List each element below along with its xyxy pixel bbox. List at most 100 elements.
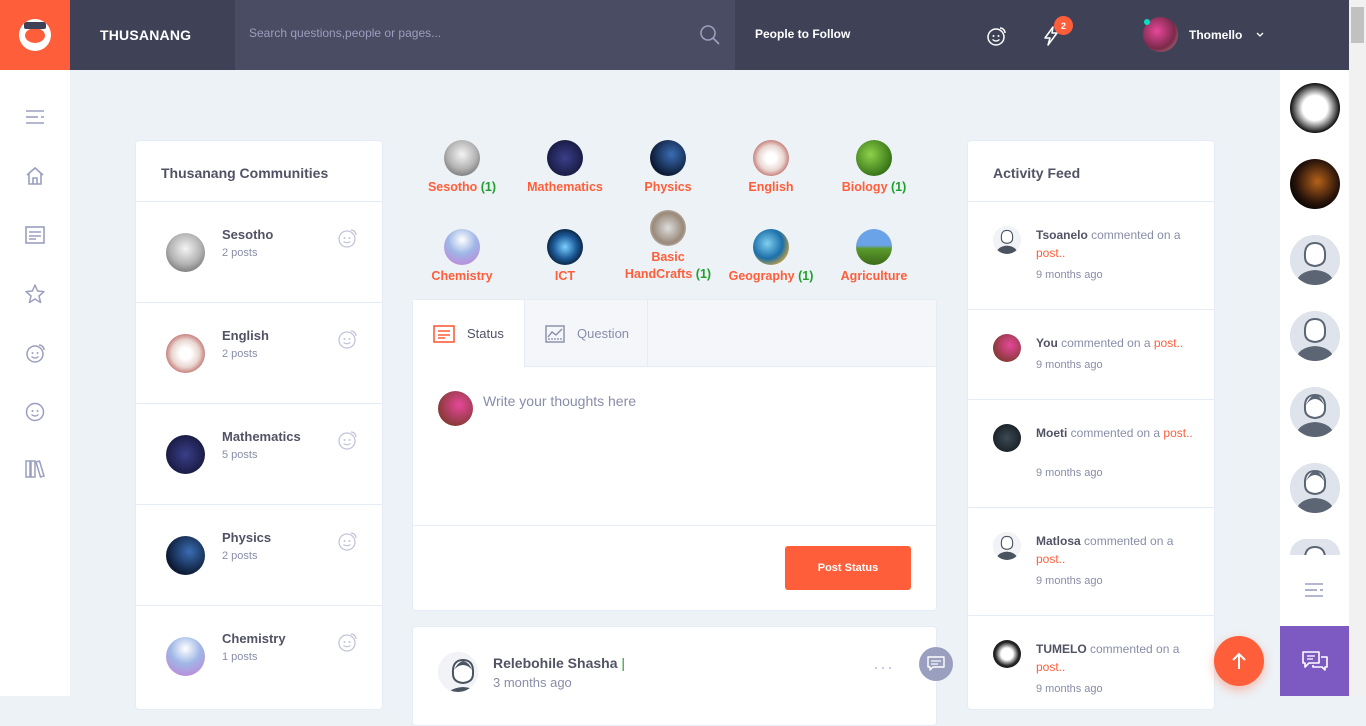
library-icon[interactable]	[24, 457, 46, 479]
notification-badge: 2	[1054, 16, 1073, 35]
status-textarea[interactable]	[483, 393, 903, 493]
subject-sesotho[interactable]: Sesotho (1)	[412, 140, 512, 196]
left-sidebar	[0, 70, 70, 696]
scrollbar[interactable]	[1349, 0, 1366, 696]
post-time: 3 months ago	[493, 675, 572, 690]
community-posts: 2 posts	[222, 550, 258, 562]
subject-ict[interactable]: ICT	[515, 229, 615, 285]
community-name: Chemistry	[222, 631, 286, 646]
subject-physics[interactable]: Physics	[618, 140, 718, 196]
activity-item[interactable]: TUMELO commented on a post.. 9 months ag…	[968, 615, 1214, 711]
search-input[interactable]	[249, 26, 689, 40]
subject-name: Sesotho	[427, 180, 478, 194]
post-author[interactable]: Relebohile Shasha |	[493, 655, 625, 671]
subject-geography[interactable]: Geography (1)	[721, 229, 821, 285]
post-author-avatar[interactable]	[438, 652, 478, 692]
subject-biology[interactable]: Biology (1)	[824, 140, 924, 196]
activity-avatar	[993, 334, 1021, 362]
activity-post-link[interactable]: post..	[1163, 426, 1192, 440]
activity-post-link[interactable]: post..	[1036, 246, 1065, 260]
menu-icon[interactable]	[24, 106, 46, 128]
community-avatar	[166, 233, 205, 272]
user-name[interactable]: Thomello	[1189, 28, 1242, 42]
status-icon	[433, 324, 455, 343]
friend-avatar[interactable]	[1290, 311, 1340, 361]
chat-toggle-button[interactable]	[1280, 626, 1349, 696]
follow-community-icon[interactable]	[336, 227, 358, 249]
post-form-card: Status Question Post Status	[412, 299, 937, 611]
community-item[interactable]: Physics 2 posts	[136, 504, 382, 605]
follow-community-icon[interactable]	[336, 328, 358, 350]
subject-english[interactable]: English	[721, 140, 821, 196]
subject-chemistry[interactable]: Chemistry	[412, 229, 512, 285]
logo[interactable]	[0, 0, 70, 70]
activity-avatar	[993, 532, 1021, 560]
community-posts: 1 posts	[222, 651, 258, 663]
activity-avatar	[993, 640, 1021, 668]
activity-text: Matlosa commented on a post..	[1036, 534, 1174, 566]
newsfeed-icon[interactable]	[24, 224, 46, 246]
brand-name: THUSANANG	[100, 27, 192, 43]
search-icon[interactable]	[699, 24, 721, 46]
happy-faces-icon[interactable]	[24, 342, 46, 364]
communities-title: Thusanang Communities	[161, 165, 329, 181]
subject-count: (1)	[798, 269, 814, 283]
community-avatar	[166, 536, 205, 575]
activity-item[interactable]: Moeti commented on a post.. 9 months ago	[968, 399, 1214, 507]
community-name: Mathematics	[222, 429, 301, 444]
follow-community-icon[interactable]	[336, 530, 358, 552]
post-card: Relebohile Shasha | 3 months ago ···	[412, 626, 937, 726]
activity-post-link[interactable]: post..	[1154, 336, 1183, 350]
community-posts: 2 posts	[222, 247, 258, 259]
home-icon[interactable]	[24, 165, 46, 187]
more-options-icon[interactable]: ···	[873, 657, 894, 678]
scroll-to-top-button[interactable]	[1214, 636, 1264, 686]
post-form-tabs: Status Question	[413, 300, 936, 367]
community-name: Sesotho	[222, 227, 274, 242]
community-item[interactable]: English 2 posts	[136, 302, 382, 403]
smile-icon[interactable]	[24, 401, 46, 423]
friend-avatar[interactable]	[1290, 539, 1340, 555]
subject-name: Basic HandCrafts	[624, 250, 693, 281]
activity-text: Moeti commented on a post..	[1036, 426, 1193, 440]
activity-post-link[interactable]: post..	[1036, 552, 1065, 566]
community-item[interactable]: Chemistry 1 posts	[136, 605, 382, 706]
right-friends-bar	[1280, 70, 1349, 696]
people-to-follow-link[interactable]: People to Follow	[755, 27, 850, 41]
happy-faces-icon[interactable]	[985, 25, 1007, 47]
subject-mathematics[interactable]: Mathematics	[515, 140, 615, 196]
menu-icon[interactable]	[1303, 580, 1325, 600]
subject-agriculture[interactable]: Agriculture	[824, 229, 924, 285]
friend-avatar[interactable]	[1290, 463, 1340, 513]
activity-post-link[interactable]: post..	[1036, 660, 1065, 674]
subject-name: Biology	[841, 180, 888, 194]
subject-name: ICT	[554, 269, 576, 283]
subject-name: Agriculture	[840, 269, 908, 283]
follow-community-icon[interactable]	[336, 631, 358, 653]
post-status-button[interactable]: Post Status	[785, 546, 911, 590]
chat-fab[interactable]	[919, 647, 953, 681]
person-silhouette-icon	[438, 652, 478, 692]
activity-item[interactable]: Tsoanelo commented on a post.. 9 months …	[968, 201, 1214, 309]
community-item[interactable]: Sesotho 2 posts	[136, 201, 382, 302]
friend-avatar[interactable]	[1290, 235, 1340, 285]
search-bar	[235, 0, 735, 70]
star-icon[interactable]	[24, 283, 46, 305]
activity-item[interactable]: You commented on a post.. 9 months ago	[968, 309, 1214, 399]
friend-avatar[interactable]	[1290, 159, 1340, 209]
tab-question[interactable]: Question	[524, 300, 648, 367]
chevron-down-icon[interactable]	[1255, 31, 1265, 39]
community-item[interactable]: Mathematics 5 posts	[136, 403, 382, 504]
community-posts: 5 posts	[222, 449, 258, 461]
author-avatar	[438, 391, 473, 426]
subject-name: Physics	[644, 180, 692, 194]
friend-avatar[interactable]	[1290, 387, 1340, 437]
friend-avatar[interactable]	[1290, 83, 1340, 133]
online-indicator	[1144, 19, 1150, 25]
scrollbar-thumb[interactable]	[1351, 7, 1364, 43]
community-posts: 2 posts	[222, 348, 258, 360]
tab-status[interactable]: Status	[413, 300, 524, 367]
follow-community-icon[interactable]	[336, 429, 358, 451]
subject-basic-handcrafts[interactable]: Basic HandCrafts (1)	[618, 210, 718, 283]
activity-item[interactable]: Matlosa commented on a post.. 9 months a…	[968, 507, 1214, 615]
